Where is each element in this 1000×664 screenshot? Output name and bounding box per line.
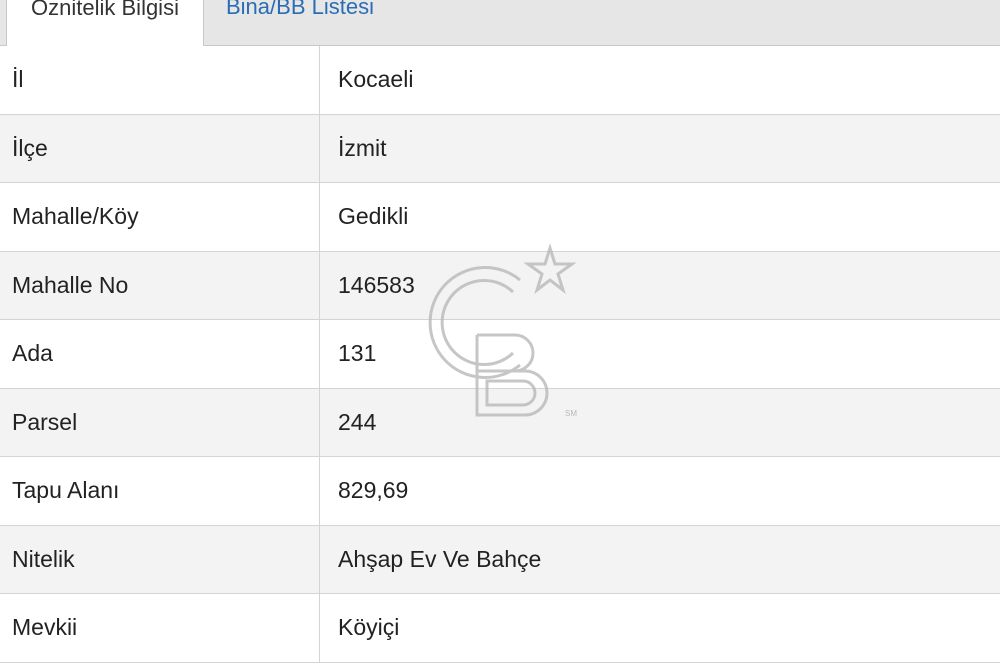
- row-value: Kocaeli: [338, 66, 414, 93]
- row-value: 829,69: [338, 477, 409, 504]
- row-key: Mahalle/Köy: [0, 183, 320, 251]
- row-key: İl: [0, 46, 320, 114]
- table-row: İlçe İzmit: [0, 114, 1000, 183]
- table-row: Mevkii Köyiçi: [0, 594, 1000, 663]
- table-row: Mahalle No 146583: [0, 251, 1000, 320]
- table-row: Parsel 244: [0, 388, 1000, 457]
- tab-oznitelik-bilgisi[interactable]: Öznitelik Bilgisi: [6, 0, 204, 47]
- row-value: Gedikli: [338, 203, 409, 230]
- table-row: İl Kocaeli: [0, 46, 1000, 115]
- row-value: 244: [338, 408, 377, 435]
- row-key: Mevkii: [0, 594, 320, 662]
- row-key: İlçe: [0, 114, 320, 182]
- attribute-table: İl Kocaeli İlçe İzmit Mahalle/Köy Gedikl…: [0, 46, 1000, 663]
- row-key: Tapu Alanı: [0, 457, 320, 525]
- row-value: 131: [338, 340, 377, 367]
- row-key: Nitelik: [0, 525, 320, 593]
- row-value: Ahşap Ev Ve Bahçe: [338, 545, 542, 572]
- row-value: Köyiçi: [338, 614, 400, 641]
- row-key: Parsel: [0, 388, 320, 456]
- row-key: Mahalle No: [0, 251, 320, 319]
- tab-bar: Öznitelik Bilgisi Bina/BB Listesi: [0, 0, 1000, 47]
- table-row: Tapu Alanı 829,69: [0, 457, 1000, 526]
- row-value: İzmit: [338, 134, 387, 161]
- row-key: Ada: [0, 320, 320, 388]
- table-row: Nitelik Ahşap Ev Ve Bahçe: [0, 525, 1000, 594]
- tab-bina-bb-listesi[interactable]: Bina/BB Listesi: [204, 0, 434, 46]
- table-row: Ada 131: [0, 320, 1000, 389]
- table-row: Mahalle/Köy Gedikli: [0, 183, 1000, 252]
- row-value: 146583: [338, 271, 415, 298]
